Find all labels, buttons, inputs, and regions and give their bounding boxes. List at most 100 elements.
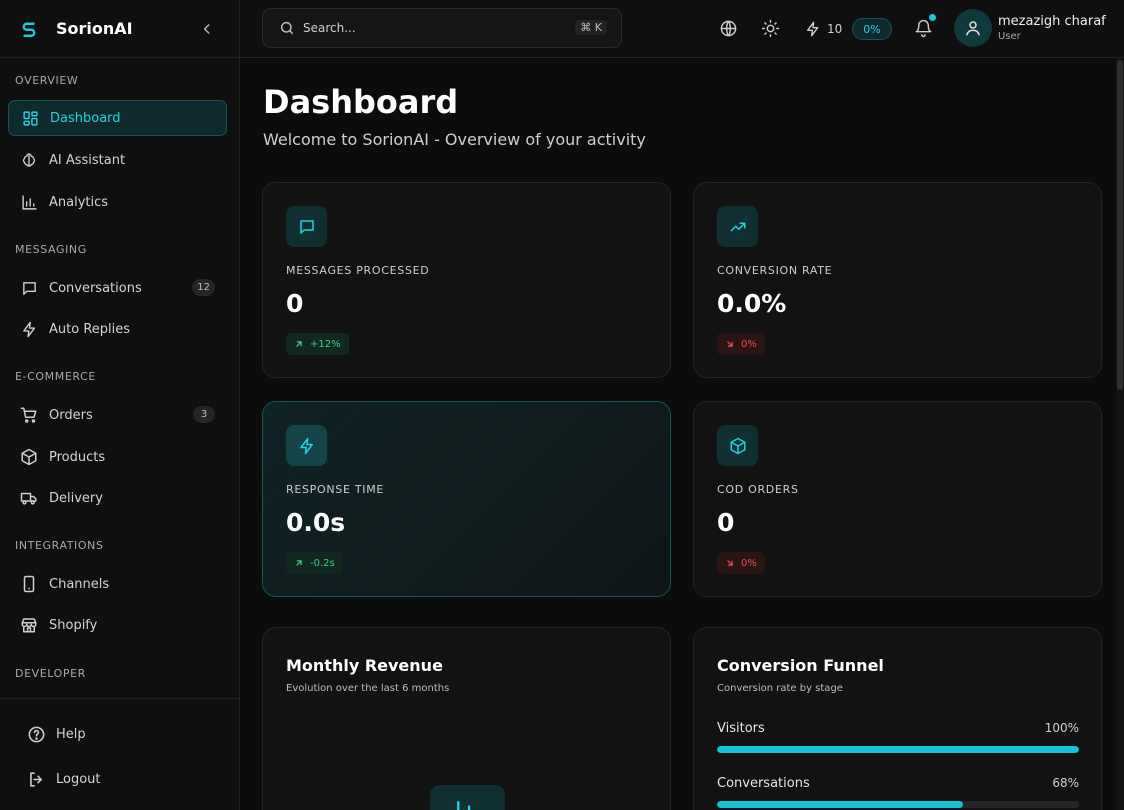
message-icon <box>286 206 327 247</box>
bar-chart-icon <box>20 193 38 211</box>
chevron-left-icon <box>203 24 210 34</box>
bar-chart-icon <box>456 801 470 810</box>
stat-card-messages-processed[interactable]: MESSAGES PROCESSED 0 +12% <box>262 182 671 378</box>
arrow-up-right-icon <box>294 339 304 349</box>
cart-icon <box>20 406 38 424</box>
user-info: mezazigh charaf User <box>998 14 1106 42</box>
search-box[interactable]: ⌘ K <box>262 8 622 48</box>
sidebar-item-orders[interactable]: Orders 3 <box>8 397 227 433</box>
user-icon <box>966 21 980 36</box>
logout-label: Logout <box>56 771 101 787</box>
brand-name: SorionAI <box>56 19 133 38</box>
help-button[interactable]: Help <box>26 724 86 744</box>
sidebar-item-products[interactable]: Products <box>8 439 227 475</box>
sidebar-item-conversations[interactable]: Conversations 12 <box>8 270 227 306</box>
bolt-icon <box>807 21 819 37</box>
sidebar: SorionAI OVERVIEW Dashboard AI Assistant… <box>0 0 240 810</box>
stat-trend-badge: -0.2s <box>286 552 343 574</box>
stat-trend-value: +12% <box>310 338 341 350</box>
conversations-count-badge: 12 <box>192 279 215 296</box>
scrollbar-thumb[interactable] <box>1117 60 1123 390</box>
funnel-bar-fill <box>717 746 1079 753</box>
main-scrollbar[interactable] <box>1116 58 1124 810</box>
conversion-funnel-panel: Conversion Funnel Conversion rate by sta… <box>693 627 1102 810</box>
stat-trend-value: 0% <box>741 557 757 569</box>
sidebar-item-channels[interactable]: Channels <box>8 566 227 602</box>
sun-icon <box>761 19 779 37</box>
language-button[interactable] <box>718 18 738 38</box>
stat-trend-badge: 0% <box>717 552 765 574</box>
stat-card-response-time[interactable]: RESPONSE TIME 0.0s -0.2s <box>262 401 671 597</box>
funnel-stage-label: Conversations <box>717 776 810 791</box>
sidebar-item-analytics[interactable]: Analytics <box>8 184 227 220</box>
stat-value: 0 <box>717 508 735 537</box>
search-input[interactable] <box>303 21 563 35</box>
page-subtitle: Welcome to SorionAI - Overview of your a… <box>263 130 646 149</box>
avatar <box>954 9 992 47</box>
collapse-sidebar-button[interactable] <box>197 19 217 39</box>
notifications-button[interactable] <box>913 14 936 38</box>
stat-trend-value: -0.2s <box>310 557 335 569</box>
sidebar-item-label: Auto Replies <box>49 321 131 337</box>
sidebar-item-shopify[interactable]: Shopify <box>8 607 227 643</box>
sidebar-item-ai-assistant[interactable]: AI Assistant <box>8 142 227 178</box>
topbar: ⌘ K 10 0% mezazigh charaf User <box>240 0 1124 58</box>
main-content: Dashboard Welcome to SorionAI - Overview… <box>240 58 1124 810</box>
arrow-up-right-icon <box>294 558 304 568</box>
theme-toggle-button[interactable] <box>760 18 780 38</box>
funnel-stage-conversations: Conversations 68% <box>717 776 1079 808</box>
truck-icon <box>20 489 38 507</box>
trending-up-icon <box>717 206 758 247</box>
globe-icon <box>720 20 736 36</box>
package-icon <box>717 425 758 466</box>
panel-title: Conversion Funnel <box>717 656 884 675</box>
logout-icon <box>26 769 46 789</box>
sidebar-item-label: Delivery <box>49 490 103 506</box>
help-label: Help <box>56 726 86 742</box>
credits-count: 10 <box>827 22 843 36</box>
help-icon <box>26 724 46 744</box>
stat-card-conversion-rate[interactable]: CONVERSION RATE 0.0% 0% <box>693 182 1102 378</box>
sidebar-item-label: Shopify <box>49 617 98 633</box>
section-label-developer: DEVELOPER <box>15 667 86 680</box>
message-icon <box>20 279 38 297</box>
sidebar-item-label: Dashboard <box>50 110 121 126</box>
credits-indicator[interactable]: 10 0% <box>805 18 892 40</box>
bell-icon <box>915 19 931 37</box>
logout-button[interactable]: Logout <box>26 769 101 789</box>
section-label-overview: OVERVIEW <box>15 74 79 87</box>
panel-title: Monthly Revenue <box>286 656 443 675</box>
funnel-bar-track <box>717 801 1079 808</box>
store-icon <box>20 616 38 634</box>
arrow-down-right-icon <box>725 558 735 568</box>
stat-trend-value: 0% <box>741 338 757 350</box>
page-title: Dashboard <box>263 83 459 121</box>
funnel-bar-fill <box>717 801 964 808</box>
sidebar-item-label: AI Assistant <box>49 152 126 168</box>
user-name: mezazigh charaf <box>998 14 1106 29</box>
sidebar-item-auto-replies[interactable]: Auto Replies <box>8 311 227 347</box>
chart-placeholder <box>430 785 505 810</box>
sidebar-item-label: Products <box>49 449 106 465</box>
bolt-icon <box>286 425 327 466</box>
box-icon <box>20 448 38 466</box>
funnel-stage-visitors: Visitors 100% <box>717 721 1079 753</box>
sorion-logo-icon <box>20 20 38 38</box>
stat-label: COD ORDERS <box>717 483 799 496</box>
sidebar-item-dashboard[interactable]: Dashboard <box>8 100 227 136</box>
sidebar-footer: Help Logout <box>0 698 240 810</box>
funnel-stage-percent: 100% <box>1044 721 1079 735</box>
notification-dot <box>929 14 936 21</box>
stat-label: RESPONSE TIME <box>286 483 385 496</box>
stat-card-cod-orders[interactable]: COD ORDERS 0 0% <box>693 401 1102 597</box>
stat-label: CONVERSION RATE <box>717 264 833 277</box>
stat-value: 0.0% <box>717 289 787 318</box>
section-label-messaging: MESSAGING <box>15 243 87 256</box>
brain-icon <box>20 151 38 169</box>
monthly-revenue-panel: Monthly Revenue Evolution over the last … <box>262 627 671 810</box>
user-menu[interactable]: mezazigh charaf User <box>954 9 1106 47</box>
search-shortcut-hint: ⌘ K <box>575 20 607 35</box>
arrow-down-right-icon <box>725 339 735 349</box>
sidebar-item-delivery[interactable]: Delivery <box>8 480 227 516</box>
sidebar-item-label: Analytics <box>49 194 109 210</box>
